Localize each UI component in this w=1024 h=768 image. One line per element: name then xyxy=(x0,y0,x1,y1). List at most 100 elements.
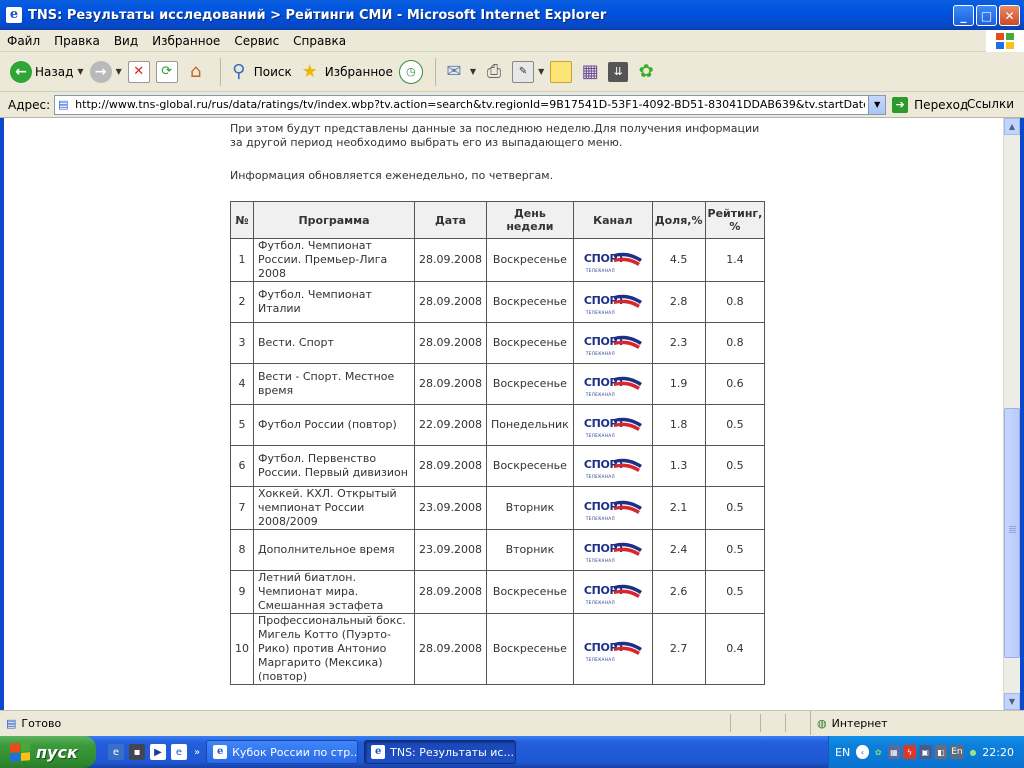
scroll-down-icon[interactable]: ▼ xyxy=(1004,693,1020,710)
start-label: пуск xyxy=(36,742,78,762)
mail-dropdown-icon[interactable]: ▼ xyxy=(470,67,476,76)
header-day: День недели xyxy=(485,201,574,239)
download-tool-icon: ⇊ xyxy=(608,61,629,82)
search-icon: ⚲ xyxy=(232,61,246,82)
task-item-active[interactable]: e TNS: Результаты ис... xyxy=(364,740,517,764)
cell-date: 23.09.2008 xyxy=(414,486,487,530)
toolbar-separator xyxy=(219,57,221,86)
back-label: Назад xyxy=(35,64,74,79)
links-button[interactable]: Ссылки xyxy=(967,97,1014,111)
cell-date: 23.09.2008 xyxy=(414,529,487,571)
cell-day: Понедельник xyxy=(485,404,574,446)
address-url[interactable]: http://www.tns-global.ru/rus/data/rating… xyxy=(75,98,865,111)
media-player-icon[interactable]: ▶ xyxy=(150,744,166,760)
header-num: № xyxy=(230,201,254,239)
menu-favorites[interactable]: Избранное xyxy=(145,34,227,48)
icq-flower-icon: ✿ xyxy=(638,61,654,82)
task-item[interactable]: e Кубок России по стр... xyxy=(206,740,359,764)
network-icon[interactable]: ▦ xyxy=(887,745,901,759)
task-label: TNS: Результаты ис... xyxy=(390,745,514,759)
volume-icon[interactable]: ◧ xyxy=(934,745,948,759)
minimize-button[interactable]: _ xyxy=(953,5,974,26)
back-circle-icon[interactable]: ‹ xyxy=(856,745,869,759)
close-button[interactable]: ✕ xyxy=(999,5,1020,26)
title-bar[interactable]: e TNS: Результаты исследований > Рейтинг… xyxy=(0,0,1024,30)
cell-share: 2.1 xyxy=(651,486,706,530)
print-button[interactable]: ⎙ xyxy=(482,56,506,88)
menu-file[interactable]: Файл xyxy=(0,34,47,48)
favorites-button[interactable]: ★ Избранное xyxy=(298,56,393,88)
window-controls: _ □ ✕ xyxy=(953,5,1020,26)
back-button[interactable]: ← Назад ▼ xyxy=(10,56,84,88)
windows-logo-icon xyxy=(986,30,1024,52)
table-row: 4 Вести - Спорт. Местное время 28.09.2008 В… xyxy=(230,363,766,405)
cell-rating: 0.5 xyxy=(704,529,766,571)
scroll-thumb[interactable] xyxy=(1004,408,1020,658)
search-button[interactable]: ⚲ Поиск xyxy=(227,56,292,88)
research-icon: ▦ xyxy=(581,61,599,82)
ie-quicklaunch-icon[interactable]: e xyxy=(108,744,124,760)
go-arrow-icon: ➔ xyxy=(892,96,909,113)
cell-channel: СПОРТ ТЕЛЕКАНАЛ xyxy=(572,486,653,530)
back-dropdown-icon[interactable]: ▼ xyxy=(77,67,83,76)
language-bar[interactable]: En xyxy=(950,745,964,759)
vertical-scrollbar[interactable]: ▲ ▼ xyxy=(1003,118,1020,710)
cell-date: 28.09.2008 xyxy=(414,613,487,685)
forward-button[interactable]: → ▼ xyxy=(89,56,122,88)
home-button[interactable]: ⌂ xyxy=(184,56,208,88)
go-button[interactable]: ➔ Переход xyxy=(892,96,968,113)
mail-button[interactable]: ✉ ▼ xyxy=(442,56,476,88)
edit-button[interactable]: ✎ ▼ xyxy=(512,56,544,88)
address-input[interactable]: ▤ http://www.tns-global.ru/rus/data/rati… xyxy=(54,94,887,115)
stop-button[interactable]: ✕ xyxy=(127,56,150,88)
table-row: 2 Футбол. Чемпионат Италии 28.09.2008 Воскр… xyxy=(230,281,766,323)
extra-tool-button[interactable]: ⇊ xyxy=(608,56,629,88)
status-divider xyxy=(785,714,786,732)
window-title: TNS: Результаты исследований > Рейтинги … xyxy=(28,7,607,23)
edit-dropdown-icon[interactable]: ▼ xyxy=(538,67,544,76)
start-button[interactable]: пуск xyxy=(0,736,96,768)
language-indicator[interactable]: EN xyxy=(835,746,850,759)
flash-icon[interactable]: ϟ xyxy=(903,745,916,759)
forward-dropdown-icon[interactable]: ▼ xyxy=(116,67,122,76)
sport-channel-logo: СПОРТ ТЕЛЕКАНАЛ xyxy=(582,540,644,563)
status-page-icon: ▤ xyxy=(6,717,17,730)
history-button[interactable]: ◷ xyxy=(398,56,423,88)
chevron-right-icon[interactable]: » xyxy=(194,747,200,758)
cell-num: 6 xyxy=(230,445,254,487)
ie-quicklaunch-icon-2[interactable]: e xyxy=(171,744,187,760)
floppy-icon[interactable]: ▪ xyxy=(129,744,145,760)
status-divider xyxy=(730,714,731,732)
menu-tools[interactable]: Сервис xyxy=(227,34,286,48)
cell-day: Воскресенье xyxy=(485,238,574,282)
menu-view[interactable]: Вид xyxy=(107,34,145,48)
quick-launch: e ▪ ▶ e » xyxy=(108,744,200,760)
monitor-icon[interactable]: ▣ xyxy=(918,745,932,759)
table-row: 1 Футбол. Чемпионат России. Премьер-Лига … xyxy=(230,238,766,282)
ie-icon: e xyxy=(6,7,22,23)
research-button[interactable]: ▦ xyxy=(578,56,602,88)
menu-help[interactable]: Справка xyxy=(286,34,353,48)
scroll-up-icon[interactable]: ▲ xyxy=(1004,118,1020,135)
cell-date: 28.09.2008 xyxy=(414,238,487,282)
cell-program: Вести - Спорт. Местное время xyxy=(253,363,415,405)
antivirus-icon[interactable]: ● xyxy=(967,745,980,759)
icq-button[interactable]: ✿ xyxy=(634,56,658,88)
intro-text: При этом будут представлены данные за по… xyxy=(230,122,770,183)
sport-channel-logo: СПОРТ ТЕЛЕКАНАЛ xyxy=(582,456,644,479)
discuss-button[interactable] xyxy=(550,56,573,88)
grip-icon xyxy=(1009,526,1016,527)
cell-day: Воскресенье xyxy=(485,445,574,487)
status-divider xyxy=(760,714,761,732)
maximize-button[interactable]: □ xyxy=(976,5,997,26)
refresh-button[interactable]: ⟳ xyxy=(155,56,178,88)
cell-share: 2.6 xyxy=(651,570,706,614)
zone-label: Интернет xyxy=(831,716,888,730)
address-dropdown-icon[interactable]: ▼ xyxy=(868,95,886,114)
cell-program: Хоккей. КХЛ. Открытый чемпионат России 2… xyxy=(253,486,415,530)
cell-channel: СПОРТ ТЕЛЕКАНАЛ xyxy=(572,570,653,614)
cell-date: 22.09.2008 xyxy=(414,404,487,446)
window-border-right xyxy=(1020,118,1024,710)
icq-tray-icon[interactable]: ✿ xyxy=(872,745,885,759)
menu-edit[interactable]: Правка xyxy=(47,34,107,48)
